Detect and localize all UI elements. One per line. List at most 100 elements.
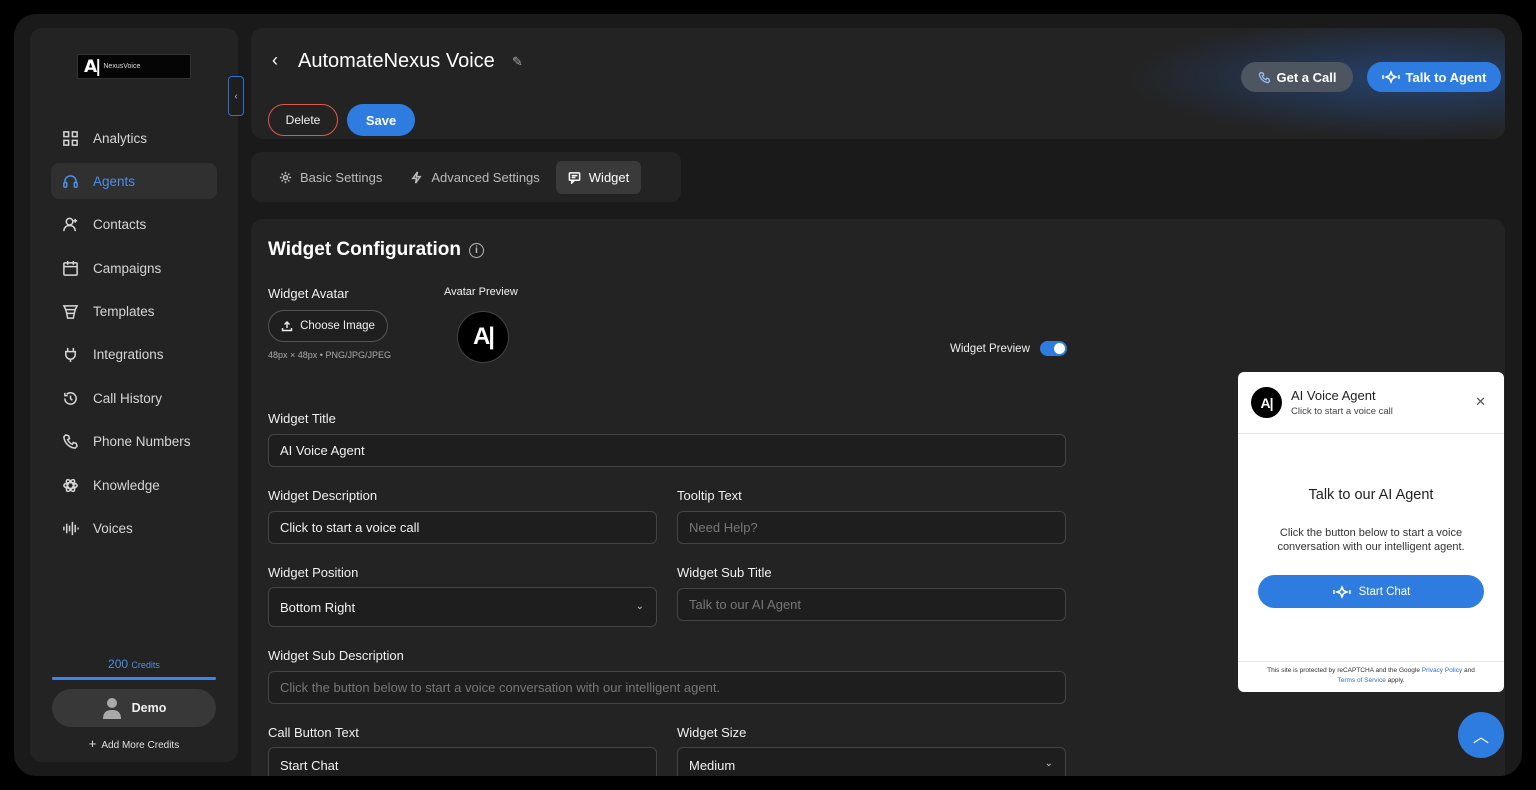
info-icon[interactable]: i [468,242,484,258]
sidebar-item-label: Analytics [93,130,148,146]
widget-description-input[interactable]: Click to start a voice call [268,511,657,544]
credits-display: 200 Credits [52,657,216,671]
description-label: Widget Description [268,488,378,503]
tooltip-input[interactable]: Need Help? [677,511,1066,544]
widget-preview-description: Click the button below to start a voice … [1277,527,1465,553]
recaptcha-and: and [1464,667,1475,674]
widget-preview-toggle[interactable] [1039,341,1067,356]
delete-button[interactable]: Delete [268,104,338,136]
add-credits-label: Add More Credits [101,740,180,751]
chat-icon [568,171,581,184]
sidebar-item-phone-numbers[interactable]: Phone Numbers [51,424,217,460]
talk-to-agent-button[interactable]: Talk to Agent [1367,62,1501,92]
sidebar-item-label: Call History [93,390,163,406]
waveform-icon [61,520,79,538]
widget-size-select[interactable]: Medium ⌄ [677,747,1066,776]
widget-preview-heading: Talk to our AI Agent [1308,487,1434,503]
sidebar-item-analytics[interactable]: Analytics [51,120,217,156]
widget-preview-title: AI Voice Agent [1291,388,1376,403]
avatar-preview: A| [457,311,509,363]
logo-mark: A| [84,56,101,77]
sparkle-voice-icon [1332,584,1351,599]
subdesc-input[interactable]: Click the button below to start a voice … [268,671,1066,704]
section-title: Widget Configuration i [268,239,484,261]
bolt-icon [411,170,423,184]
layers-icon [61,303,79,321]
chevron-down-icon: ⌄ [1044,758,1053,769]
plug-icon [61,346,79,364]
choose-image-button[interactable]: Choose Image [268,310,388,342]
credits-unit: Credits [131,660,160,670]
atom-icon [61,476,79,494]
privacy-policy-link[interactable]: Privacy Policy [1422,667,1462,674]
sidebar-item-agents[interactable]: Agents [51,163,217,200]
sidebar-item-label: Voices [93,521,133,537]
avatar-hint: 48px × 48px • PNG/JPG/JPEG [268,350,391,360]
avatar-label: Widget Avatar [268,286,349,301]
sidebar-item-campaigns[interactable]: Campaigns [51,250,217,286]
credits-value: 200 [108,657,129,671]
grid-icon [61,129,79,147]
pencil-icon[interactable]: ✎ [512,54,523,70]
widget-position-select[interactable]: Bottom Right ⌄ [268,587,657,627]
widget-avatar: A| [1251,387,1282,418]
widget-preview-header: A| AI Voice Agent Click to start a voice… [1238,372,1504,434]
tab-widget[interactable]: Widget [555,160,642,194]
sidebar-item-templates[interactable]: Templates [51,294,217,330]
tab-label: Widget [588,169,630,185]
chevron-left-icon[interactable]: ‹ [228,76,244,116]
page-header: ‹ AutomateNexus Voice ✎ Delete Save Get … [251,28,1505,139]
settings-tabs: Basic Settings Advanced Settings Widget [251,152,681,202]
user-menu[interactable]: Demo [52,689,216,727]
tooltip-label: Tooltip Text [677,488,742,503]
widget-title-input[interactable]: AI Voice Agent [268,434,1066,467]
scroll-to-top-button[interactable]: ︿ [1458,712,1504,758]
calendar-icon [61,259,79,277]
avatar-preview-label: Avatar Preview [444,286,518,298]
start-chat-button[interactable]: Start Chat [1258,575,1484,608]
start-chat-label: Start Chat [1358,585,1411,598]
terms-link[interactable]: Terms of Service [1337,677,1385,684]
avatar-icon [102,697,122,719]
credits-bar [52,677,216,680]
tab-advanced-settings[interactable]: Advanced Settings [398,161,551,194]
sidebar-item-integrations[interactable]: Integrations [51,337,217,373]
sidebar-item-label: Campaigns [93,260,162,276]
add-credits-link[interactable]: + Add More Credits [52,736,216,751]
sidebar-item-label: Integrations [93,347,164,363]
history-icon [61,389,79,407]
sidebar-item-contacts[interactable]: Contacts [51,207,217,243]
widget-preview-label: Widget Preview [950,342,1030,355]
subtitle-input[interactable]: Talk to our AI Agent [677,588,1066,621]
talk-to-agent-label: Talk to Agent [1405,69,1487,85]
close-icon[interactable]: ✕ [1475,394,1486,410]
position-label: Widget Position [268,565,359,580]
sparkle-voice-icon [1381,70,1400,84]
user-plus-icon [61,216,79,234]
section-title-text: Widget Configuration [268,239,461,260]
sidebar-item-label: Templates [93,304,155,320]
sidebar: A| NexusVoice Analytics Agents Contacts … [30,28,238,762]
get-call-button[interactable]: Get a Call [1241,62,1353,92]
sidebar-item-call-history[interactable]: Call History [51,380,217,416]
page-title: AutomateNexus Voice [298,50,495,72]
sidebar-item-voices[interactable]: Voices [51,511,217,547]
size-value: Medium [689,757,736,773]
recaptcha-notice: This site is protected by reCAPTCHA and … [1238,661,1504,686]
headset-icon [61,172,79,190]
sidebar-item-knowledge[interactable]: Knowledge [51,467,217,503]
widget-preview-subtitle: Click to start a voice call [1291,406,1393,417]
call-button-input[interactable]: Start Chat [268,747,657,776]
tab-basic-settings[interactable]: Basic Settings [267,161,394,194]
title-label: Widget Title [268,411,336,426]
chevron-up-icon: ︿ [1472,729,1489,746]
get-call-label: Get a Call [1276,69,1337,85]
back-arrow-icon[interactable]: ‹ [272,50,278,71]
widget-preview-card: A| AI Voice Agent Click to start a voice… [1238,372,1504,692]
tab-label: Basic Settings [300,169,383,185]
phone-icon [1258,71,1270,83]
save-button[interactable]: Save [347,104,415,136]
app-logo[interactable]: A| NexusVoice [77,54,191,79]
recaptcha-apply: apply. [1387,677,1405,684]
size-label: Widget Size [677,725,747,740]
